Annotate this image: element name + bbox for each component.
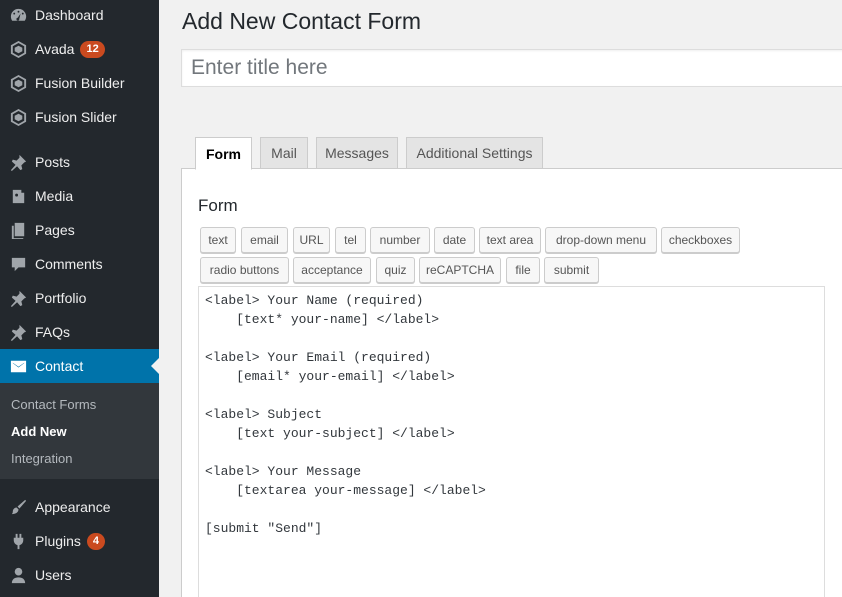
menu-label: Media <box>35 188 74 204</box>
fusion-builder-icon <box>0 74 35 93</box>
page-title: Add New Contact Form <box>182 8 422 34</box>
menu-item-avada[interactable]: Avada 12 <box>0 32 159 66</box>
menu-item-fusion-builder[interactable]: Fusion Builder <box>0 66 159 100</box>
menu-label: Comments <box>35 256 103 272</box>
brush-icon <box>0 498 35 517</box>
update-count-badge: 4 <box>86 532 106 550</box>
submenu-add-new[interactable]: Add New <box>11 424 67 439</box>
menu-label: Pages <box>35 222 75 238</box>
dashboard-icon <box>0 6 35 25</box>
contact-submenu: Contact Forms Add New Integration <box>0 383 159 479</box>
pushpin-icon <box>0 323 35 342</box>
tag-button-number[interactable]: number <box>370 227 430 253</box>
user-icon <box>0 566 35 585</box>
menu-item-plugins[interactable]: Plugins 4 <box>0 524 159 558</box>
tab-additional-settings[interactable]: Additional Settings <box>406 137 543 169</box>
tab-form[interactable]: Form <box>195 137 252 170</box>
tag-button-acceptance[interactable]: acceptance <box>293 257 371 283</box>
tab-mail[interactable]: Mail <box>260 137 308 169</box>
menu-item-portfolio[interactable]: Portfolio <box>0 281 159 315</box>
tag-button-radio-buttons[interactable]: radio buttons <box>200 257 289 283</box>
menu-item-posts[interactable]: Posts <box>0 145 159 179</box>
pages-icon <box>0 221 35 240</box>
submenu-integration[interactable]: Integration <box>11 451 72 466</box>
plugin-icon <box>0 532 35 551</box>
menu-item-users[interactable]: Users <box>0 558 159 592</box>
tag-button-text[interactable]: text <box>200 227 236 253</box>
menu-label: Contact <box>35 358 84 374</box>
tag-button-textarea[interactable]: text area <box>479 227 541 253</box>
tag-button-dropdown-menu[interactable]: drop-down menu <box>545 227 657 253</box>
tag-button-submit[interactable]: submit <box>544 257 599 283</box>
menu-label: FAQs <box>35 324 71 340</box>
tag-button-file[interactable]: file <box>506 257 540 283</box>
menu-item-contact[interactable]: Contact <box>0 349 159 383</box>
menu-label: Plugins <box>35 533 81 549</box>
tag-button-date[interactable]: date <box>434 227 475 253</box>
menu-label: Appearance <box>35 499 111 515</box>
tag-button-email[interactable]: email <box>241 227 288 253</box>
submenu-contact-forms[interactable]: Contact Forms <box>11 397 96 412</box>
menu-item-appearance[interactable]: Appearance <box>0 490 159 524</box>
tag-button-recaptcha[interactable]: reCAPTCHA <box>419 257 501 283</box>
menu-label: Fusion Slider <box>35 109 117 125</box>
panel-heading: Form <box>198 196 238 215</box>
menu-label: Avada <box>35 41 75 57</box>
menu-label: Fusion Builder <box>35 75 125 91</box>
menu-label: Portfolio <box>35 290 87 306</box>
update-count-badge: 12 <box>80 40 105 58</box>
tag-button-checkboxes[interactable]: checkboxes <box>661 227 740 253</box>
avada-icon <box>0 40 35 59</box>
menu-item-pages[interactable]: Pages <box>0 213 159 247</box>
menu-label: Users <box>35 567 72 583</box>
menu-item-fusion-slider[interactable]: Fusion Slider <box>0 100 159 134</box>
tab-messages[interactable]: Messages <box>316 137 398 169</box>
tag-button-tel[interactable]: tel <box>335 227 366 253</box>
menu-item-comments[interactable]: Comments <box>0 247 159 281</box>
menu-item-media[interactable]: Media <box>0 179 159 213</box>
admin-sidebar: Dashboard Avada 12 Fusion Builder Fusion… <box>0 0 159 597</box>
comment-icon <box>0 255 35 274</box>
envelope-icon <box>0 357 35 376</box>
menu-item-dashboard[interactable]: Dashboard <box>0 0 159 32</box>
pushpin-icon <box>0 289 35 308</box>
media-icon <box>0 187 35 206</box>
tag-button-quiz[interactable]: quiz <box>376 257 415 283</box>
title-input[interactable] <box>181 49 842 87</box>
menu-item-faqs[interactable]: FAQs <box>0 315 159 349</box>
menu-label: Dashboard <box>35 7 104 23</box>
form-template-editor[interactable]: <label> Your Name (required) [text* your… <box>198 286 825 597</box>
fusion-slider-icon <box>0 108 35 127</box>
pushpin-icon <box>0 153 35 172</box>
menu-label: Posts <box>35 154 71 170</box>
tag-button-url[interactable]: URL <box>293 227 330 253</box>
